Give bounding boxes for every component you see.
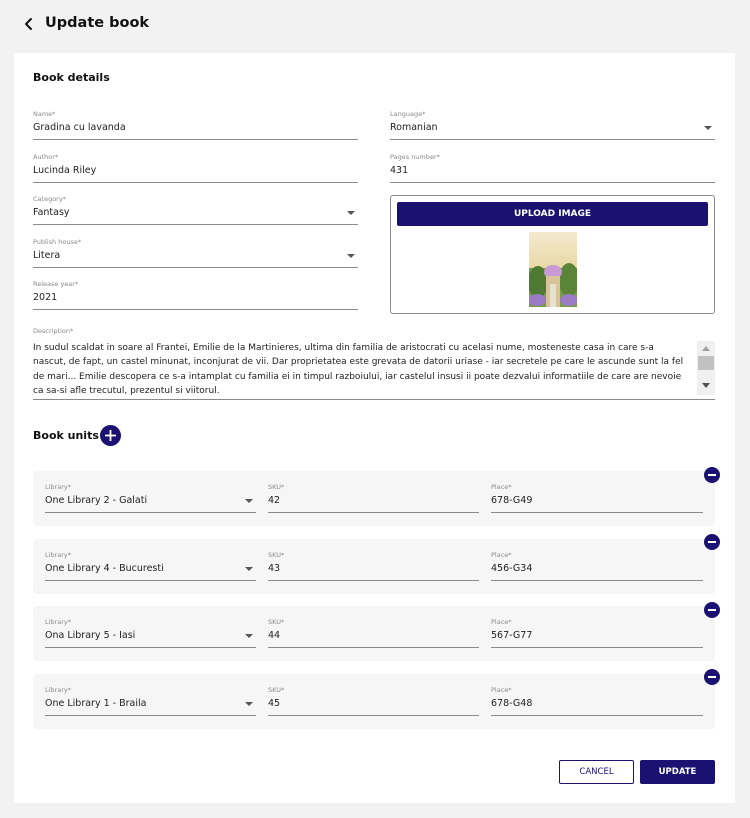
sku-field[interactable]: SKU* 45 xyxy=(268,686,479,716)
minus-icon xyxy=(708,541,716,543)
place-label: Place* xyxy=(491,551,512,559)
caret-down-icon xyxy=(347,211,355,215)
place-field[interactable]: Place* 456-G34 xyxy=(491,551,703,581)
category-select[interactable]: Category* Fantasy xyxy=(33,195,358,225)
author-label: Author* xyxy=(33,153,59,161)
place-field[interactable]: Place* 678-G48 xyxy=(491,686,703,716)
description-text: In sudul scaldat in soare al Frantei, Em… xyxy=(33,343,684,397)
publish-house-select[interactable]: Publish house* Litera xyxy=(33,238,358,268)
category-value: Fantasy xyxy=(33,207,70,218)
book-unit-row: Library* One Library 4 - Bucuresti SKU* … xyxy=(33,539,715,594)
release-year-label: Release year* xyxy=(33,280,79,288)
remove-unit-button[interactable] xyxy=(704,669,720,685)
library-label: Library* xyxy=(45,551,71,559)
sku-value: 43 xyxy=(268,563,281,574)
sku-field[interactable]: SKU* 42 xyxy=(268,483,479,513)
sku-value: 45 xyxy=(268,698,281,709)
library-select[interactable]: Library* One Library 2 - Galati xyxy=(45,483,256,513)
sku-value: 42 xyxy=(268,495,281,506)
library-label: Library* xyxy=(45,618,71,626)
caret-down-icon xyxy=(347,254,355,258)
caret-down-icon xyxy=(245,567,253,571)
library-value: One Library 4 - Bucuresti xyxy=(45,563,164,574)
minus-icon xyxy=(708,474,716,476)
scroll-down-arrow-icon[interactable] xyxy=(702,383,710,388)
book-unit-row: Library* One Library 2 - Galati SKU* 42 … xyxy=(33,471,715,526)
minus-icon xyxy=(708,609,716,611)
caret-down-icon xyxy=(245,634,253,638)
update-button[interactable]: UPDATE xyxy=(640,760,715,784)
author-field[interactable]: Author* Lucinda Riley xyxy=(33,153,358,183)
place-value: 567-G77 xyxy=(491,630,533,641)
category-label: Category* xyxy=(33,195,66,203)
sku-value: 44 xyxy=(268,630,281,641)
publish-house-label: Publish house* xyxy=(33,238,82,246)
author-value: Lucinda Riley xyxy=(33,165,97,176)
book-units-title: Book units xyxy=(33,429,99,442)
pages-number-label: Pages number* xyxy=(390,153,440,161)
scroll-thumb[interactable] xyxy=(698,356,714,370)
chevron-left-icon[interactable] xyxy=(20,14,36,34)
book-details-title: Book details xyxy=(33,71,110,84)
remove-unit-button[interactable] xyxy=(704,534,720,550)
name-value: Gradina cu lavanda xyxy=(33,122,126,133)
sku-field[interactable]: SKU* 44 xyxy=(268,618,479,648)
place-value: 456-G34 xyxy=(491,563,533,574)
description-label: Description* xyxy=(33,327,74,335)
sku-label: SKU* xyxy=(268,551,285,559)
library-label: Library* xyxy=(45,483,71,491)
place-label: Place* xyxy=(491,618,512,626)
pages-number-field[interactable]: Pages number* 431 xyxy=(390,153,715,183)
book-unit-row: Library* Ona Library 5 - Iasi SKU* 44 Pl… xyxy=(33,606,715,661)
name-field[interactable]: Name* Gradina cu lavanda xyxy=(33,110,358,140)
sku-label: SKU* xyxy=(268,618,285,626)
cancel-button[interactable]: CANCEL xyxy=(559,760,634,784)
sku-label: SKU* xyxy=(268,483,285,491)
library-value: One Library 2 - Galati xyxy=(45,495,148,506)
book-form-card: Book details Name* Gradina cu lavanda Au… xyxy=(14,53,735,803)
language-label: Language* xyxy=(390,110,426,118)
library-value: One Library 1 - Braila xyxy=(45,698,147,709)
upload-image-button[interactable]: UPLOAD IMAGE xyxy=(397,202,708,226)
sku-field[interactable]: SKU* 43 xyxy=(268,551,479,581)
page-title: Update book xyxy=(45,15,150,31)
publish-house-value: Litera xyxy=(33,250,61,261)
add-unit-button[interactable] xyxy=(100,425,121,446)
page-header: Update book xyxy=(0,0,750,50)
release-year-value: 2021 xyxy=(33,292,58,303)
pages-number-value: 431 xyxy=(390,165,409,176)
book-unit-row: Library* One Library 1 - Braila SKU* 45 … xyxy=(33,674,715,729)
scroll-up-arrow-icon[interactable] xyxy=(702,346,710,351)
sku-label: SKU* xyxy=(268,686,285,694)
image-upload-box: UPLOAD IMAGE xyxy=(390,195,715,314)
caret-down-icon xyxy=(245,499,253,503)
library-select[interactable]: Library* One Library 1 - Braila xyxy=(45,686,256,716)
library-value: Ona Library 5 - Iasi xyxy=(45,630,136,641)
book-cover-image xyxy=(529,232,577,307)
library-label: Library* xyxy=(45,686,71,694)
remove-unit-button[interactable] xyxy=(704,467,720,483)
place-value: 678-G49 xyxy=(491,495,533,506)
caret-down-icon xyxy=(245,702,253,706)
place-label: Place* xyxy=(491,483,512,491)
library-select[interactable]: Library* One Library 4 - Bucuresti xyxy=(45,551,256,581)
language-value: Romanian xyxy=(390,122,438,133)
plus-icon xyxy=(105,430,116,441)
description-field[interactable]: Description* In sudul scaldat in soare a… xyxy=(33,327,715,400)
remove-unit-button[interactable] xyxy=(704,602,720,618)
minus-icon xyxy=(708,676,716,678)
place-field[interactable]: Place* 567-G77 xyxy=(491,618,703,648)
description-scrollbar[interactable] xyxy=(697,341,715,395)
place-label: Place* xyxy=(491,686,512,694)
name-label: Name* xyxy=(33,110,56,118)
caret-down-icon xyxy=(704,126,712,130)
place-field[interactable]: Place* 678-G49 xyxy=(491,483,703,513)
language-select[interactable]: Language* Romanian xyxy=(390,110,715,140)
library-select[interactable]: Library* Ona Library 5 - Iasi xyxy=(45,618,256,648)
place-value: 678-G48 xyxy=(491,698,533,709)
release-year-field[interactable]: Release year* 2021 xyxy=(33,280,358,310)
